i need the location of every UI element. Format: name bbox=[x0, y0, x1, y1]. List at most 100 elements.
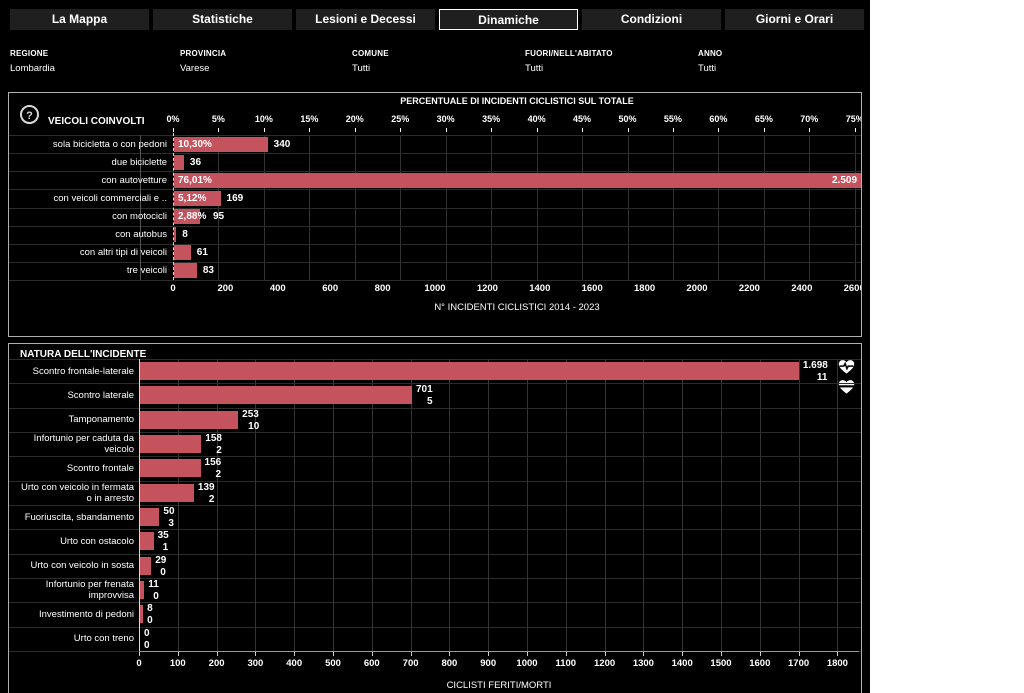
tab-bar: La MappaStatisticheLesioni e DecessiDina… bbox=[0, 9, 870, 30]
filter-provincia: PROVINCIAVarese bbox=[180, 49, 226, 74]
bar-infortunio-per-frenata[interactable] bbox=[140, 581, 144, 599]
count-value-label: 61 bbox=[197, 245, 208, 260]
category-label: Urto con veicolo in sosta bbox=[9, 554, 134, 578]
morti-value-label: 1 bbox=[163, 542, 169, 554]
pct-tick-label: 55% bbox=[651, 114, 695, 124]
x-axis-title-incidenti: N° INCIDENTI CICLISTICI 2014 - 2023 bbox=[173, 302, 861, 313]
tab-giorni-e-orari[interactable]: Giorni e Orari bbox=[725, 9, 864, 30]
count-tick-label: 400 bbox=[252, 283, 304, 294]
feriti-value-label: 701 bbox=[416, 384, 433, 396]
gridline bbox=[527, 359, 528, 651]
tab-dinamiche[interactable]: Dinamiche bbox=[439, 9, 578, 30]
count-value-label: 169 bbox=[227, 191, 244, 206]
gridline bbox=[566, 359, 567, 651]
morti-value-label: 0 bbox=[160, 567, 166, 579]
pct-value-label: 76,01% bbox=[178, 173, 212, 188]
bar-due-biciclette[interactable] bbox=[174, 155, 184, 170]
category-label: Scontro frontale bbox=[9, 456, 134, 480]
tab-statistiche[interactable]: Statistiche bbox=[153, 9, 292, 30]
count-tick-label: 1200 bbox=[461, 283, 513, 294]
category-label: tre veicoli bbox=[9, 262, 167, 280]
feriti-value-label: 29 bbox=[155, 555, 166, 567]
axis-tick-mark bbox=[721, 652, 722, 656]
bar-urto-con-veicolo-in-sosta[interactable] bbox=[140, 557, 151, 575]
row-separator bbox=[9, 280, 861, 281]
filter-label-anno: ANNO bbox=[698, 49, 722, 58]
pct-tick-label: 65% bbox=[742, 114, 786, 124]
filter-fuori-nell-abitato: FUORI/NELL'ABITATO Tutti bbox=[525, 49, 613, 74]
count-tick-label: 1800 bbox=[619, 283, 671, 294]
category-label: Infortunio per caduta da veicolo bbox=[9, 432, 134, 456]
bar-scontro-laterale[interactable] bbox=[140, 386, 412, 404]
morti-value-label: 10 bbox=[248, 421, 259, 433]
bar-con-autobus[interactable] bbox=[174, 227, 176, 242]
nature-chart-panel: NATURA DELL'INCIDENTE CICLISTI FERITI/MO… bbox=[8, 343, 862, 693]
bar-scontro-frontale-laterale[interactable] bbox=[140, 362, 799, 380]
filter-label-fuori-nell-abitato: FUORI/NELL'ABITATO bbox=[525, 49, 613, 58]
category-label: con veicoli commerciali e .. bbox=[9, 189, 167, 207]
vehicles-chart-panel: PERCENTUALE DI INCIDENTI CICLISTICI SUL … bbox=[8, 92, 862, 337]
tab-lesioni-e-decessi[interactable]: Lesioni e Decessi bbox=[296, 9, 435, 30]
filter-value-fuori-nell-abitato[interactable]: Tutti bbox=[525, 63, 613, 74]
category-label: Urto con veicolo in fermata o in arresto bbox=[9, 481, 134, 505]
row-separator bbox=[9, 481, 861, 482]
category-label: con altri tipi di veicoli bbox=[9, 244, 167, 262]
count-tick-label: 600 bbox=[304, 283, 356, 294]
row-separator bbox=[9, 359, 861, 360]
bar-scontro-frontale[interactable] bbox=[140, 459, 201, 477]
category-label: Infortunio per frenata improvvisa bbox=[9, 578, 134, 602]
filter-regione: REGIONELombardia bbox=[10, 49, 55, 74]
row-separator bbox=[9, 456, 861, 457]
bar-con-altri-tipi-di-veicoli[interactable] bbox=[174, 245, 191, 260]
legend bbox=[837, 358, 859, 398]
pct-tick-label: 75% bbox=[833, 114, 862, 124]
count-value-label: 340 bbox=[274, 137, 291, 152]
category-label: Fuoriuscita, sbandamento bbox=[9, 505, 134, 529]
pct-tick-mark bbox=[400, 128, 401, 132]
axis-tick-mark bbox=[682, 652, 683, 656]
filter-value-comune[interactable]: Tutti bbox=[352, 63, 389, 74]
feriti-value-label: 139 bbox=[198, 482, 215, 494]
morti-value-label: 0 bbox=[147, 615, 153, 627]
category-label: Scontro frontale-laterale bbox=[9, 359, 134, 383]
pct-tick-mark bbox=[673, 128, 674, 132]
morti-value-label: 5 bbox=[427, 396, 433, 408]
axis-tick-mark bbox=[605, 652, 606, 656]
pct-tick-label: 15% bbox=[287, 114, 331, 124]
gridline bbox=[760, 359, 761, 651]
axis-tick-mark bbox=[333, 652, 334, 656]
bar-urto-con-ostacolo[interactable] bbox=[140, 532, 154, 550]
row-separator bbox=[9, 627, 861, 628]
axis-tick-mark bbox=[527, 652, 528, 656]
pct-tick-mark bbox=[628, 128, 629, 132]
tab-condizioni[interactable]: Condizioni bbox=[582, 9, 721, 30]
count-value-label: 8 bbox=[182, 227, 188, 242]
row-separator bbox=[9, 505, 861, 506]
bar-investimento-di-pedoni[interactable] bbox=[140, 605, 143, 623]
filter-value-regione[interactable]: Lombardia bbox=[10, 63, 55, 74]
category-label: Urto con treno bbox=[9, 627, 134, 651]
morti-value-label: 2 bbox=[216, 445, 222, 457]
gridline bbox=[799, 359, 800, 651]
axis-tick-mark bbox=[255, 652, 256, 656]
bar-tamponamento[interactable] bbox=[140, 411, 238, 429]
filter-value-anno[interactable]: Tutti bbox=[698, 63, 722, 74]
heart-pulse-icon bbox=[837, 358, 856, 375]
bar-urto-con-veicolo-in-fermata[interactable] bbox=[140, 484, 194, 502]
bar-tre-veicoli[interactable] bbox=[174, 263, 197, 278]
bar-infortunio-per-caduta-da[interactable] bbox=[140, 435, 201, 453]
row-separator bbox=[9, 578, 861, 579]
help-icon[interactable]: ? bbox=[20, 105, 39, 124]
count-tick-label: 200 bbox=[199, 283, 251, 294]
tab-la-mappa[interactable]: La Mappa bbox=[10, 9, 149, 30]
gridline bbox=[682, 359, 683, 651]
pct-tick-label: 30% bbox=[424, 114, 468, 124]
pct-tick-mark bbox=[264, 128, 265, 132]
category-label: Scontro laterale bbox=[9, 383, 134, 407]
count-tick-label: 2000 bbox=[671, 283, 723, 294]
category-label: due biciclette bbox=[9, 153, 167, 171]
filter-value-provincia[interactable]: Varese bbox=[180, 63, 226, 74]
bar-con-autovetture[interactable] bbox=[174, 173, 861, 188]
morti-value-label: 2 bbox=[216, 469, 222, 481]
bar-fuoriuscita-sbandamento[interactable] bbox=[140, 508, 159, 526]
